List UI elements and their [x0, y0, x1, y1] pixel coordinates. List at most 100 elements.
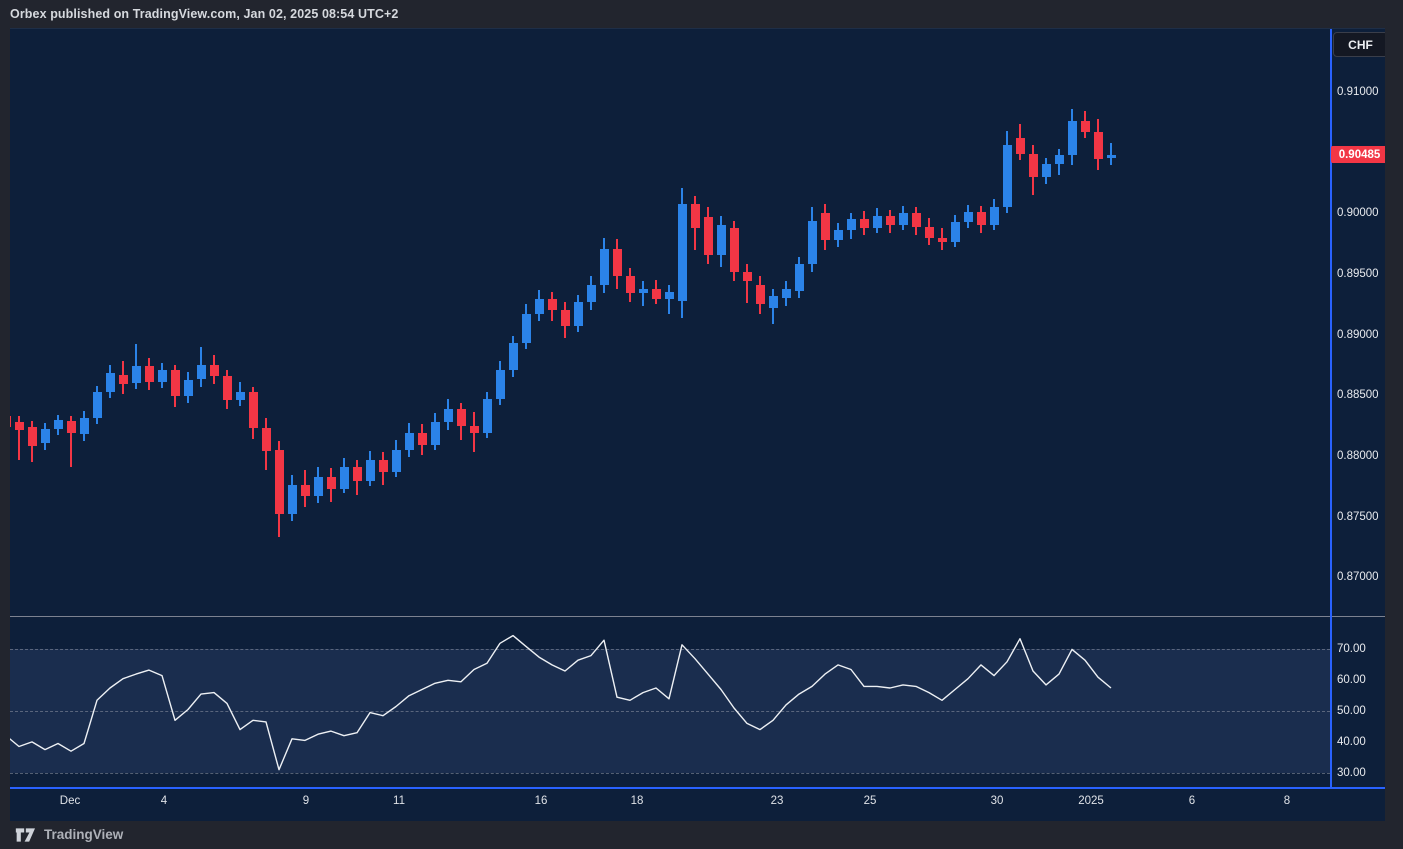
candle-body	[652, 289, 661, 300]
candle-body	[327, 477, 336, 489]
candle-body	[1003, 145, 1012, 207]
candlestick-pane[interactable]	[10, 29, 1385, 616]
candle-body	[145, 366, 154, 382]
currency-label: CHF	[1348, 38, 1373, 52]
candle-wick	[642, 281, 644, 305]
candle-body	[470, 426, 479, 433]
candle-body	[639, 289, 648, 294]
candle-body	[626, 276, 635, 293]
rsi-tick-label: 70.00	[1337, 642, 1366, 656]
candle-body	[782, 289, 791, 299]
candle-body	[730, 228, 739, 272]
candle-body	[132, 366, 141, 383]
candle-body	[54, 420, 63, 430]
tradingview-brand-text[interactable]: TradingView	[44, 827, 123, 842]
candle-body	[67, 421, 76, 433]
candle-body	[171, 370, 180, 397]
price-tick-label: 0.87500	[1337, 510, 1379, 524]
time-tick-label: 6	[1189, 794, 1195, 808]
candle-body	[860, 219, 869, 227]
candle-body	[197, 365, 206, 380]
last-price-badge: 0.90485	[1331, 146, 1385, 163]
candle-body	[457, 409, 466, 426]
rsi-tick-label: 40.00	[1337, 735, 1366, 749]
candle-body	[899, 213, 908, 225]
candle-body	[288, 485, 297, 514]
candle-body	[769, 296, 778, 308]
time-axis-border	[10, 787, 1385, 789]
time-tick-label: Dec	[60, 794, 80, 808]
candle-body	[873, 216, 882, 228]
time-tick-label: 30	[991, 794, 1004, 808]
publish-bar: Orbex published on TradingView.com, Jan …	[10, 0, 398, 28]
candle-body	[808, 221, 817, 265]
price-tick-label: 0.89500	[1337, 267, 1379, 281]
candle-body	[353, 467, 362, 482]
currency-button[interactable]: CHF	[1333, 32, 1385, 57]
chart-panel[interactable]: 0.910000.900000.895000.890000.885000.880…	[10, 28, 1385, 821]
candle-body	[262, 428, 271, 451]
candle-body	[509, 343, 518, 370]
candle-body	[613, 249, 622, 277]
candle-body	[10, 416, 11, 427]
candle-body	[548, 299, 557, 310]
candle-body	[366, 460, 375, 482]
time-tick-label: 2025	[1078, 794, 1104, 808]
candle-body	[743, 272, 752, 282]
candle-body	[1055, 155, 1064, 163]
candle-body	[1094, 132, 1103, 159]
candle-body	[28, 427, 37, 446]
candle-body	[925, 227, 934, 238]
rsi-line-chart[interactable]	[10, 617, 1385, 789]
candle-body	[912, 213, 921, 226]
candle-body	[678, 204, 687, 301]
candle-body	[93, 392, 102, 419]
candle-body	[535, 299, 544, 314]
price-tick-label: 0.91000	[1337, 85, 1379, 99]
candle-body	[158, 370, 167, 382]
candle-body	[951, 222, 960, 243]
candle-body	[184, 380, 193, 397]
candle-body	[600, 249, 609, 285]
price-tick-label: 0.88500	[1337, 388, 1379, 402]
candle-body	[938, 238, 947, 243]
time-tick-label: 4	[161, 794, 167, 808]
time-tick-label: 8	[1284, 794, 1290, 808]
candle-body	[80, 418, 89, 434]
candle-body	[1068, 121, 1077, 155]
time-tick-label: 9	[303, 794, 309, 808]
price-axis-border	[1330, 29, 1332, 789]
candle-body	[717, 225, 726, 254]
candle-body	[119, 375, 128, 385]
candle-body	[587, 285, 596, 302]
candle-body	[340, 467, 349, 489]
tradingview-published-chart: Orbex published on TradingView.com, Jan …	[0, 0, 1403, 849]
candle-body	[301, 485, 310, 496]
time-tick-label: 18	[631, 794, 644, 808]
candle-body	[756, 285, 765, 304]
price-tick-label: 0.87000	[1337, 570, 1379, 584]
candle-body	[665, 292, 674, 299]
candle-body	[41, 429, 50, 442]
candle-body	[1107, 155, 1116, 158]
tradingview-logo-icon[interactable]	[14, 825, 36, 845]
candle-body	[1042, 164, 1051, 177]
candle-body	[444, 409, 453, 422]
candle-body	[392, 450, 401, 472]
candle-body	[379, 460, 388, 472]
candle-body	[574, 302, 583, 326]
candle-body	[691, 204, 700, 228]
candle-body	[236, 392, 245, 400]
candle-body	[704, 217, 713, 255]
candle-body	[847, 219, 856, 230]
candle-body	[210, 365, 219, 376]
candle-body	[990, 207, 999, 225]
time-tick-label: 11	[393, 794, 405, 808]
publish-info-text: Orbex published on TradingView.com, Jan …	[10, 7, 398, 21]
candle-body	[15, 422, 24, 430]
price-tick-label: 0.88000	[1337, 449, 1379, 463]
candle-body	[223, 376, 232, 400]
candle-body	[1029, 154, 1038, 177]
candle-body	[522, 314, 531, 343]
candle-body	[964, 212, 973, 222]
